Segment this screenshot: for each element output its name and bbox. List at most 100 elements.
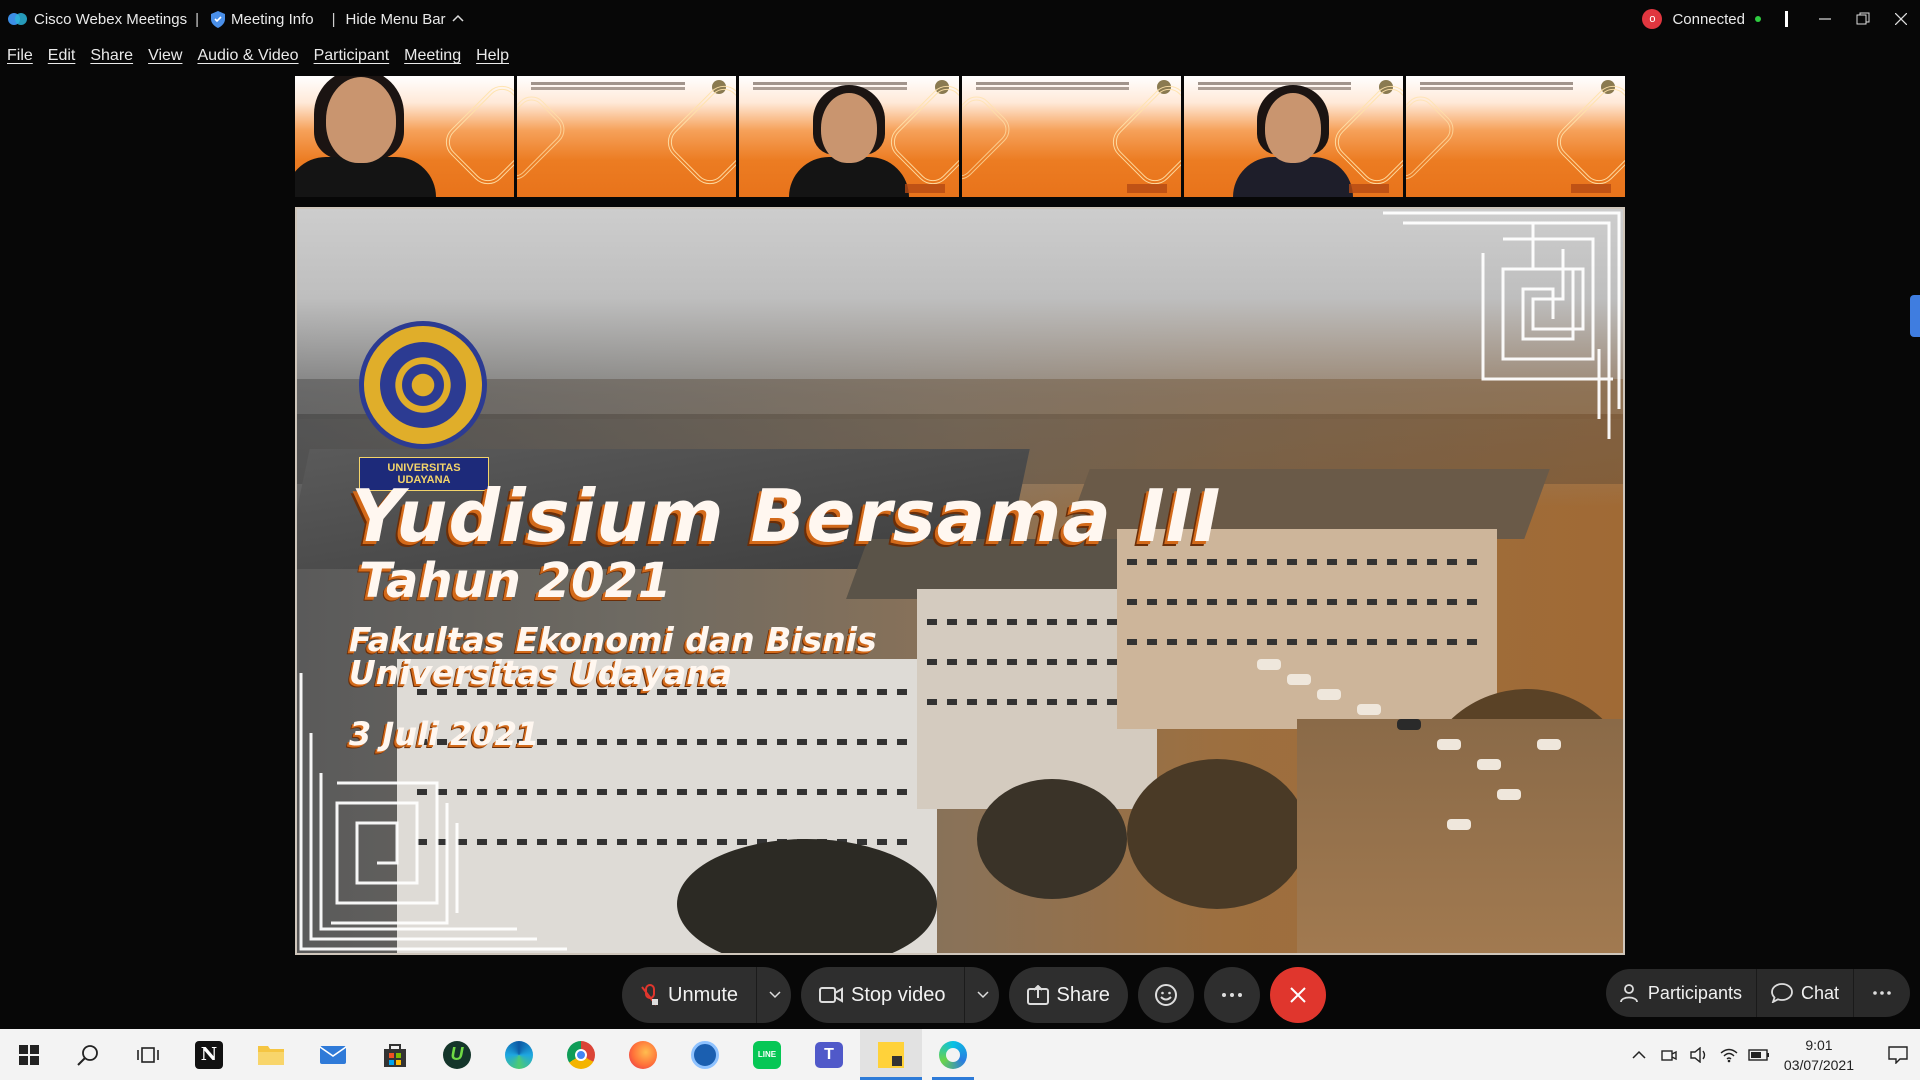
chevron-up-icon xyxy=(1632,1050,1646,1059)
notifications-button[interactable] xyxy=(1876,1045,1920,1064)
taskbar-teams[interactable]: T xyxy=(798,1029,860,1080)
task-view-button[interactable] xyxy=(118,1029,178,1080)
menu-file[interactable]: File xyxy=(7,47,33,65)
chevron-down-icon[interactable] xyxy=(769,991,781,999)
app-circle-icon xyxy=(691,1040,719,1069)
slide-header xyxy=(753,82,907,85)
menu-participant[interactable]: Participant xyxy=(314,47,390,65)
start-button[interactable] xyxy=(0,1029,58,1080)
wifi-button[interactable] xyxy=(1714,1047,1744,1063)
taskbar-upwork[interactable]: U xyxy=(426,1029,488,1080)
taskbar-chrome[interactable] xyxy=(550,1029,612,1080)
participant-person xyxy=(788,85,909,197)
ellipsis-icon xyxy=(1873,991,1891,995)
taskbar-file-explorer[interactable] xyxy=(240,1029,302,1080)
slide-footer xyxy=(1571,184,1612,193)
taskbar-firefox[interactable] xyxy=(612,1029,674,1080)
menu-bar: File Edit Share View Audio & Video Parti… xyxy=(0,44,524,68)
share-button[interactable]: Share xyxy=(1008,967,1128,1023)
slide-footer xyxy=(1348,184,1389,193)
participant-video-5[interactable] xyxy=(1183,76,1403,197)
system-tray: 9:01 03/07/2021 xyxy=(1624,1029,1920,1080)
university-logo: UNIVERSITAS UDAYANA xyxy=(359,321,489,491)
store-icon xyxy=(384,1043,406,1067)
webex-meeting-window: Cisco Webex Meetings | Meeting Info | Hi… xyxy=(0,0,1920,1080)
side-panel-handle[interactable] xyxy=(1910,295,1920,337)
taskbar-notion[interactable]: N xyxy=(178,1029,240,1080)
more-options-button[interactable] xyxy=(1203,967,1260,1023)
unmute-button[interactable]: Unmute xyxy=(622,967,792,1023)
leave-meeting-button[interactable] xyxy=(1269,967,1326,1023)
close-button[interactable] xyxy=(1882,0,1920,38)
more-panels-button[interactable] xyxy=(1853,969,1910,1017)
upwork-icon: U xyxy=(443,1040,471,1069)
menu-meeting[interactable]: Meeting xyxy=(404,47,461,65)
slide-footer xyxy=(1126,184,1167,193)
participant-video-2[interactable] xyxy=(517,76,737,197)
search-icon xyxy=(77,1044,98,1066)
menu-share[interactable]: Share xyxy=(90,47,133,65)
chevron-down-icon[interactable] xyxy=(977,991,989,999)
ornament xyxy=(1105,78,1181,192)
windows xyxy=(1127,559,1487,565)
hide-menu-bar-button[interactable]: Hide Menu Bar xyxy=(346,11,464,28)
battery-icon xyxy=(1748,1048,1769,1061)
notification-icon xyxy=(1888,1045,1908,1064)
slide-title: Yudisium Bersama III xyxy=(351,474,1222,558)
ornament xyxy=(660,78,737,192)
title-bar-right: o Connected xyxy=(1642,0,1920,38)
menu-edit[interactable]: Edit xyxy=(48,47,76,65)
speaker-icon xyxy=(1690,1046,1706,1063)
taskbar-webex[interactable] xyxy=(922,1029,984,1080)
show-hidden-icons-button[interactable] xyxy=(1624,1050,1654,1059)
ornament-top-right-icon xyxy=(1383,211,1621,439)
taskbar-line[interactable]: LINE xyxy=(736,1029,798,1080)
menu-audio-video[interactable]: Audio & Video xyxy=(197,47,298,65)
participants-button[interactable]: Participants xyxy=(1606,969,1756,1017)
ornament xyxy=(438,78,515,192)
windows-taskbar: N U LINE T 9:01 03/07/2021 xyxy=(0,1029,1920,1080)
person-icon xyxy=(1620,984,1638,1003)
camera-tray-icon xyxy=(1661,1049,1677,1061)
participants-label: Participants xyxy=(1647,982,1742,1003)
car xyxy=(1537,739,1561,750)
taskbar-sticky-notes[interactable] xyxy=(860,1029,922,1080)
battery-button[interactable] xyxy=(1744,1048,1774,1062)
menu-view[interactable]: View xyxy=(148,47,182,65)
taskbar-app-circle[interactable] xyxy=(674,1029,736,1080)
university-line: Universitas Udayana xyxy=(349,653,733,692)
meeting-info-button[interactable]: Meeting Info xyxy=(211,10,314,28)
slide-date: 3 Juli 2021 xyxy=(349,715,540,753)
taskbar-edge[interactable] xyxy=(488,1029,550,1080)
chevron-up-icon xyxy=(452,14,464,22)
edge-icon xyxy=(505,1040,533,1069)
firefox-icon xyxy=(629,1040,657,1069)
clock[interactable]: 9:01 03/07/2021 xyxy=(1784,1035,1854,1075)
menu-help[interactable]: Help xyxy=(476,47,509,65)
shared-content-view[interactable]: UNIVERSITAS UDAYANA Yudisium Bersama III… xyxy=(295,207,1625,955)
participant-video-6[interactable] xyxy=(1405,76,1626,197)
search-button[interactable] xyxy=(58,1029,118,1080)
car xyxy=(1287,674,1311,685)
taskbar-store[interactable] xyxy=(364,1029,426,1080)
meet-now-button[interactable] xyxy=(1654,1047,1684,1063)
volume-button[interactable] xyxy=(1684,1046,1714,1063)
video-camera-icon xyxy=(819,987,844,1003)
participant-video-1[interactable] xyxy=(295,76,515,197)
slide-faculty: Fakultas Ekonomi dan Bisnis Universitas … xyxy=(349,623,877,689)
app-title: Cisco Webex Meetings xyxy=(0,11,187,28)
meeting-controls: Unmute Stop video Share xyxy=(622,967,1326,1023)
title-separator: | xyxy=(195,10,200,28)
stop-video-button[interactable]: Stop video xyxy=(801,967,999,1023)
restore-button[interactable] xyxy=(1844,0,1882,38)
minimize-button[interactable] xyxy=(1806,0,1844,38)
reactions-button[interactable] xyxy=(1137,967,1194,1023)
chat-button[interactable]: Chat xyxy=(1755,969,1853,1017)
taskbar-mail[interactable] xyxy=(302,1029,364,1080)
participant-video-3[interactable] xyxy=(739,76,959,197)
windows xyxy=(927,619,1147,625)
car xyxy=(1397,719,1421,730)
muted-mic-icon xyxy=(641,984,658,1006)
slide-footer xyxy=(904,184,945,193)
participant-video-4[interactable] xyxy=(961,76,1181,197)
